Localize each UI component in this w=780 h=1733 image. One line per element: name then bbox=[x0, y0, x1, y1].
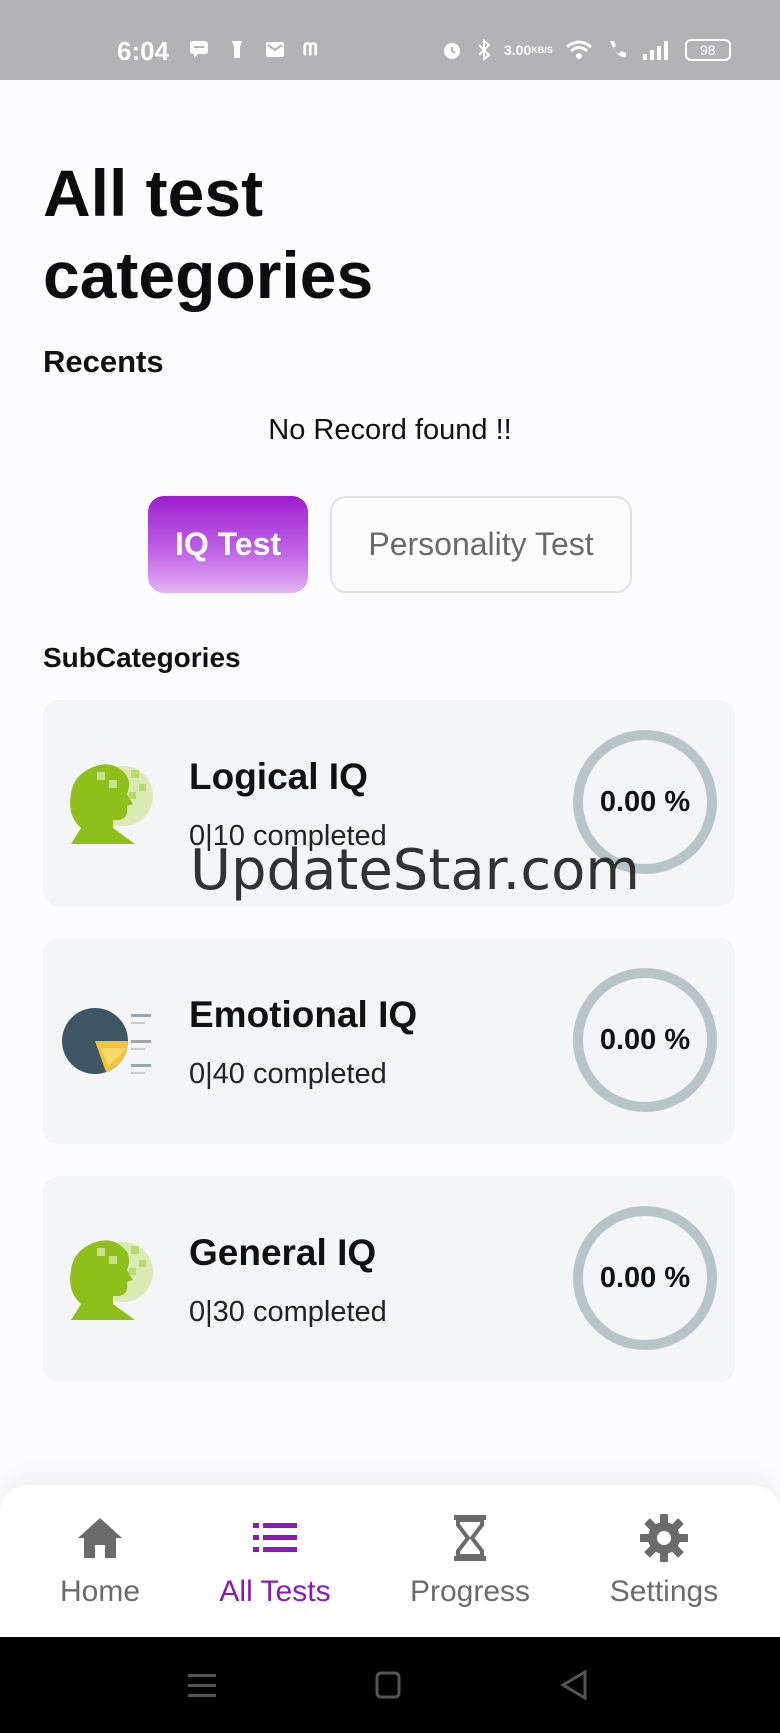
nav-progress[interactable]: Progress bbox=[380, 1485, 560, 1637]
subcategory-name: General IQ bbox=[189, 1232, 377, 1273]
progress-percent: 0.00 % bbox=[599, 1023, 691, 1056]
subcategory-progress: 0|30 completed bbox=[189, 1296, 387, 1328]
head-puzzle-icon bbox=[61, 758, 157, 848]
recents-heading: Recents bbox=[43, 344, 164, 379]
system-icons: 3.00 KB/S 98 bbox=[440, 38, 731, 62]
net-speed-value: 3.00 bbox=[504, 41, 532, 58]
subcategory-card-general-iq[interactable]: General IQ 0|30 completed 0.00 % bbox=[43, 1176, 735, 1382]
net-speed-unit: KB/S bbox=[531, 44, 553, 55]
nav-all-tests[interactable]: All Tests bbox=[185, 1485, 365, 1637]
wifi-icon bbox=[565, 39, 593, 61]
alarm-icon bbox=[440, 38, 464, 62]
pie-chart-icon bbox=[61, 996, 157, 1086]
nav-home[interactable]: Home bbox=[10, 1485, 190, 1637]
home-button-icon[interactable] bbox=[368, 1667, 408, 1703]
recent-apps-icon[interactable] bbox=[182, 1667, 222, 1703]
signal-icon bbox=[641, 39, 673, 61]
gear-icon bbox=[639, 1513, 689, 1563]
nav-label: Settings bbox=[609, 1575, 719, 1608]
subcategory-name: Emotional IQ bbox=[189, 994, 418, 1035]
subcategory-name: Logical IQ bbox=[189, 756, 368, 797]
system-navigation-bar bbox=[0, 1637, 780, 1733]
watermark-text: UpdateStar.com bbox=[190, 838, 640, 903]
net-speed: 3.00 KB/S bbox=[504, 41, 553, 58]
bottom-navigation: Home All Tests Progress Settings bbox=[0, 1485, 780, 1637]
m-app-icon bbox=[302, 38, 324, 60]
hourglass-icon bbox=[452, 1513, 488, 1563]
mail-icon bbox=[264, 38, 286, 60]
status-bar: 6:04 3.00 KB/S 98 bbox=[0, 0, 780, 80]
home-icon bbox=[76, 1513, 124, 1563]
progress-percent: 0.00 % bbox=[599, 1261, 691, 1294]
status-time: 6:04 bbox=[117, 36, 170, 66]
battery-icon: 98 bbox=[684, 39, 731, 61]
subcategory-card-emotional-iq[interactable]: Emotional IQ 0|40 completed 0.00 % bbox=[43, 938, 735, 1144]
empty-state-text: No Record found !! bbox=[268, 414, 512, 446]
notification-icons bbox=[188, 38, 324, 60]
head-puzzle-icon bbox=[61, 1234, 157, 1324]
tab-personality-test[interactable]: Personality Test bbox=[330, 496, 632, 593]
subcategory-progress: 0|40 completed bbox=[189, 1058, 387, 1090]
nav-label: Progress bbox=[409, 1575, 531, 1608]
nav-label: All Tests bbox=[219, 1575, 331, 1608]
torch-icon bbox=[226, 38, 248, 60]
nav-settings[interactable]: Settings bbox=[574, 1485, 754, 1637]
nav-label: Home bbox=[59, 1575, 141, 1608]
tab-iq-test[interactable]: IQ Test bbox=[148, 496, 308, 593]
page-title: All test categories bbox=[43, 156, 374, 312]
subcategories-heading: SubCategories bbox=[43, 642, 241, 673]
list-icon bbox=[251, 1513, 299, 1563]
chat-icon bbox=[188, 38, 210, 60]
bluetooth-icon bbox=[476, 38, 492, 62]
back-icon[interactable] bbox=[555, 1667, 595, 1703]
call-icon bbox=[605, 38, 629, 62]
